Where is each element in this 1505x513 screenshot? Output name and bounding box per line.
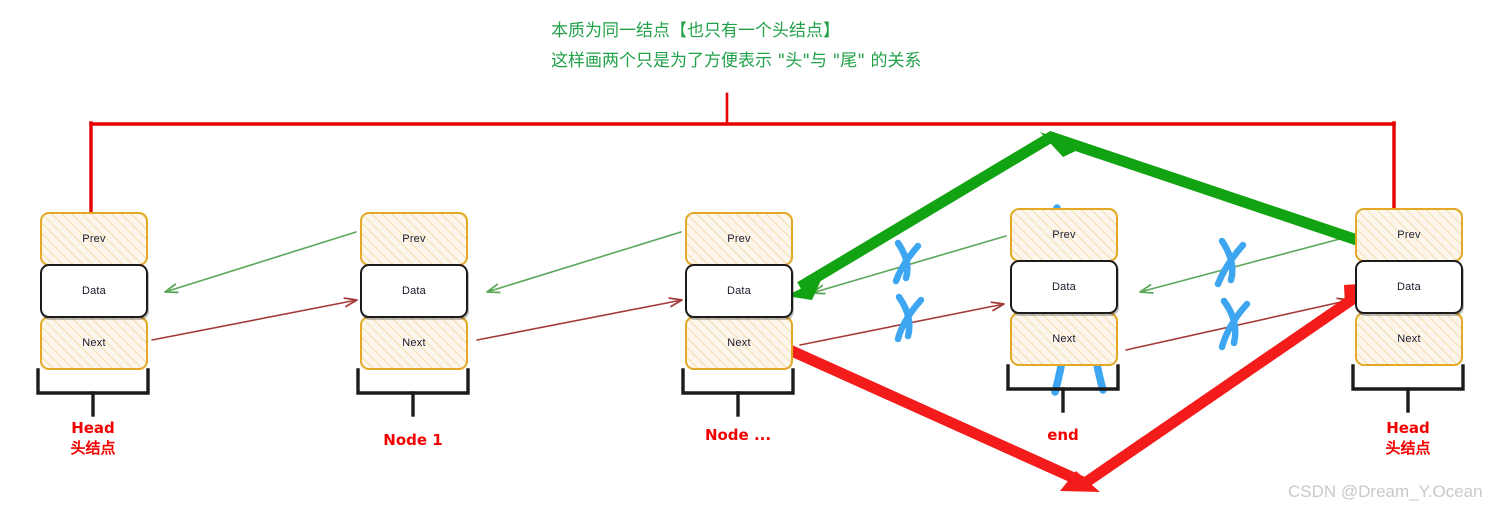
node-end[interactable]: Prev Data Next <box>1010 208 1118 366</box>
node-head-left-label-en: Head <box>71 419 115 437</box>
node-head-right-prev-cell: Prev <box>1355 208 1463 262</box>
node-1-label: Node 1 <box>383 431 443 449</box>
diagram-canvas: 本质为同一结点【也只有一个头结点】 这样画两个只是为了方便表示 "头"与 "尾"… <box>0 0 1505 513</box>
node-head-left[interactable]: Prev Data Next <box>40 212 148 370</box>
node-head-right-data-cell: Data <box>1355 260 1463 314</box>
node-end-label: end <box>1047 426 1079 444</box>
node-head-right-next-cell: Next <box>1355 312 1463 366</box>
brace-node-dots <box>681 368 795 417</box>
node-dots-next-cell: Next <box>685 316 793 370</box>
node-dots-data-cell: Data <box>685 264 793 318</box>
node-end-next-cell: Next <box>1010 312 1118 366</box>
node-dots-prev-cell: Prev <box>685 212 793 266</box>
node-head-left-next-cell: Next <box>40 316 148 370</box>
cross-mark-prev-right <box>1214 237 1247 288</box>
brace-head-right <box>1351 364 1465 413</box>
node-head-right[interactable]: Prev Data Next <box>1355 208 1463 366</box>
brace-node-1 <box>356 368 470 417</box>
note-line-1: 本质为同一结点【也只有一个头结点】 <box>551 21 840 41</box>
cross-mark-next-left <box>894 293 925 343</box>
node-head-right-label-cn: 头结点 <box>1385 439 1431 457</box>
node-dots-label: Node ... <box>704 426 772 444</box>
top-head-bracket <box>89 92 1396 214</box>
node-head-left-prev-cell: Prev <box>40 212 148 266</box>
node-1-data-cell: Data <box>360 264 468 318</box>
node-end-prev-cell: Prev <box>1010 208 1118 262</box>
node-head-right-label-en: Head <box>1386 419 1430 437</box>
node-head-left-data-cell: Data <box>40 264 148 318</box>
node-dots[interactable]: Prev Data Next <box>685 212 793 370</box>
node-1-prev-cell: Prev <box>360 212 468 266</box>
node-1[interactable]: Prev Data Next <box>360 212 468 370</box>
note-line-2: 这样画两个只是为了方便表示 "头"与 "尾" 的关系 <box>551 51 922 71</box>
brace-head-left <box>36 368 150 417</box>
csdn-watermark: CSDN @Dream_Y.Ocean <box>1288 482 1483 501</box>
node-1-next-cell: Next <box>360 316 468 370</box>
node-end-data-cell: Data <box>1010 260 1118 314</box>
node-head-left-label-cn: 头结点 <box>70 439 116 457</box>
